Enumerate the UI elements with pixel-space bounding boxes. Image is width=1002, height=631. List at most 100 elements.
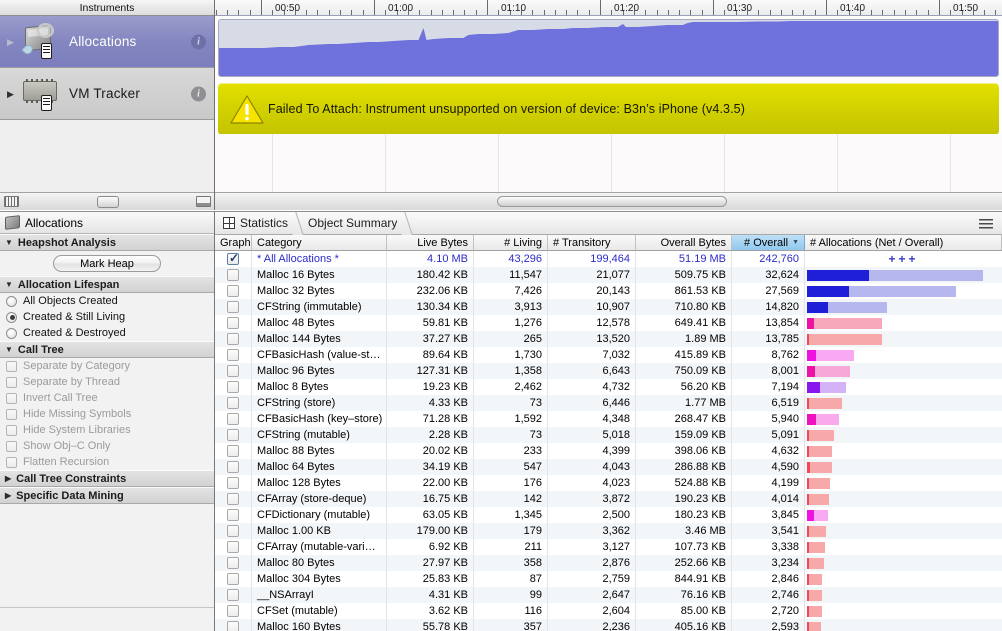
row-graph-cell[interactable] [215, 571, 252, 587]
library-icon[interactable] [4, 196, 19, 207]
view-toggle-button[interactable] [96, 195, 119, 208]
checkbox-icon[interactable] [227, 509, 239, 521]
radio-created-still-living[interactable]: Created & Still Living [0, 309, 214, 325]
checkbox-icon[interactable] [6, 392, 17, 404]
column-header-allocations[interactable]: # Allocations (Net / Overall) [805, 235, 1002, 250]
row-graph-cell[interactable] [215, 443, 252, 459]
checkbox-icon[interactable] [227, 333, 239, 345]
row-graph-cell[interactable] [215, 539, 252, 555]
column-header-overall-bytes[interactable]: Overall Bytes [636, 235, 732, 250]
row-graph-cell[interactable] [215, 507, 252, 523]
checkbox-icon[interactable] [227, 365, 239, 377]
group-allocation-lifespan[interactable]: ▼ Allocation Lifespan [0, 276, 214, 293]
checkbox-separate-by-thread[interactable]: Separate by Thread [0, 374, 214, 390]
checkbox-icon[interactable] [227, 429, 239, 441]
checkbox-icon[interactable] [227, 477, 239, 489]
group-specific-data-mining[interactable]: ▶ Specific Data Mining [0, 487, 214, 504]
column-header-transitory[interactable]: # Transitory [548, 235, 636, 250]
checkbox-icon[interactable] [227, 573, 239, 585]
instrument-row-allocations[interactable]: ▶ Allocations i [0, 16, 214, 68]
table-row[interactable]: Malloc 48 Bytes 59.81 KB 1,276 12,578 649.41… [215, 315, 1002, 331]
checkbox-icon[interactable] [227, 605, 239, 617]
checkbox-icon[interactable] [227, 413, 239, 425]
row-graph-cell[interactable] [215, 363, 252, 379]
table-row[interactable]: * All Allocations *4.10 MB43,296199,4645… [215, 251, 1002, 267]
detail-view-icon[interactable] [196, 196, 211, 207]
table-row[interactable]: Malloc 80 Bytes 27.97 KB 358 2,876 252.66 KB… [215, 555, 1002, 571]
table-row[interactable]: CFBasicHash (value-st… 89.64 KB 1,730 7,032… [215, 347, 1002, 363]
row-graph-cell[interactable] [215, 331, 252, 347]
row-graph-cell[interactable] [215, 315, 252, 331]
row-graph-cell[interactable] [215, 459, 252, 475]
checkbox-flatten-recursion[interactable]: Flatten Recursion [0, 454, 214, 470]
hamburger-menu-icon[interactable] [979, 219, 993, 229]
checkbox-icon[interactable] [227, 621, 239, 631]
checkbox-icon[interactable] [6, 408, 17, 420]
info-icon-allocations[interactable]: i [191, 34, 206, 49]
column-header-overall[interactable]: # Overall ▼ [732, 235, 805, 250]
disclosure-triangle-icon[interactable]: ▶ [4, 68, 17, 120]
checkbox-icon[interactable] [227, 285, 239, 297]
radio-icon[interactable] [6, 327, 17, 339]
checkbox-icon[interactable] [227, 589, 239, 601]
breadcrumb-item-statistics[interactable]: Statistics [215, 212, 300, 235]
table-row[interactable]: Malloc 88 Bytes 20.02 KB 233 4,399 398.06 KB… [215, 443, 1002, 459]
radio-icon-selected[interactable] [6, 311, 17, 323]
checkbox-icon[interactable] [227, 541, 239, 553]
table-row[interactable]: Malloc 160 Bytes 55.78 KB 357 2,236 405.16 K… [215, 619, 1002, 631]
column-header-living[interactable]: # Living [474, 235, 548, 250]
row-graph-cell[interactable] [215, 491, 252, 507]
row-graph-cell[interactable] [215, 619, 252, 631]
checkbox-icon[interactable] [227, 493, 239, 505]
checkbox-icon[interactable] [227, 381, 239, 393]
table-row[interactable]: Malloc 144 Bytes 37.27 KB 265 13,520 1.89 MB… [215, 331, 1002, 347]
checkbox-show-objc-only[interactable]: Show Obj–C Only [0, 438, 214, 454]
checkbox-icon[interactable] [227, 525, 239, 537]
row-graph-cell[interactable] [215, 395, 252, 411]
table-row[interactable]: CFSet (mutable) 3.62 KB 116 2,604 85.00 KB 2,… [215, 603, 1002, 619]
track-scroll-bar[interactable] [215, 192, 1002, 210]
checkbox-icon[interactable] [6, 360, 17, 372]
table-body[interactable]: * All Allocations *4.10 MB43,296199,4645… [215, 251, 1002, 631]
row-graph-cell[interactable] [215, 379, 252, 395]
table-row[interactable]: CFArray (mutable-vari… 6.92 KB 211 3,127 107… [215, 539, 1002, 555]
mark-heap-button[interactable]: Mark Heap [53, 255, 161, 272]
checkbox-hide-missing-symbols[interactable]: Hide Missing Symbols [0, 406, 214, 422]
row-graph-cell[interactable] [215, 603, 252, 619]
table-row[interactable]: Malloc 64 Bytes 34.19 KB 547 4,043 286.88 KB… [215, 459, 1002, 475]
row-graph-cell[interactable] [215, 523, 252, 539]
checkbox-icon[interactable] [6, 424, 17, 436]
checkbox-hide-system-libraries[interactable]: Hide System Libraries [0, 422, 214, 438]
checkbox-icon[interactable] [6, 376, 17, 388]
checkbox-icon[interactable] [227, 557, 239, 569]
table-row[interactable]: Malloc 32 Bytes 232.06 KB 7,426 20,143 861.5… [215, 283, 1002, 299]
checkbox-icon[interactable] [227, 269, 239, 281]
row-graph-cell[interactable] [215, 347, 252, 363]
table-row[interactable]: Malloc 96 Bytes 127.31 KB 1,358 6,643 750.09… [215, 363, 1002, 379]
checkbox-icon[interactable] [227, 397, 239, 409]
checkbox-icon[interactable] [227, 461, 239, 473]
table-row[interactable]: CFString (store) 4.33 KB 73 6,446 1.77 MB 6,5… [215, 395, 1002, 411]
horizontal-scroll-thumb[interactable] [497, 196, 727, 207]
row-graph-cell[interactable] [215, 251, 252, 267]
row-graph-cell[interactable] [215, 587, 252, 603]
row-graph-cell[interactable] [215, 299, 252, 315]
info-icon-vm-tracker[interactable]: i [191, 86, 206, 101]
instrument-row-vm-tracker[interactable]: ▶ VM Tracker i [0, 68, 214, 120]
table-row[interactable]: CFString (mutable) 2.28 KB 73 5,018 159.09 K… [215, 427, 1002, 443]
column-header-live-bytes[interactable]: Live Bytes [387, 235, 474, 250]
checkbox-icon-checked[interactable] [227, 251, 239, 265]
column-header-category[interactable]: Category [252, 235, 387, 250]
checkbox-icon[interactable] [227, 349, 239, 361]
row-graph-cell[interactable] [215, 427, 252, 443]
group-heapshot-analysis[interactable]: ▼ Heapshot Analysis [0, 234, 214, 251]
allocations-graph-track[interactable] [218, 19, 999, 77]
row-graph-cell[interactable] [215, 475, 252, 491]
timeline-ruler[interactable]: 00:50 01:00 01:10 01:20 01:30 01:40 01:50 [215, 0, 1002, 16]
row-graph-cell[interactable] [215, 411, 252, 427]
disclosure-triangle-icon[interactable]: ▶ [4, 16, 17, 68]
radio-icon[interactable] [6, 295, 17, 307]
row-graph-cell[interactable] [215, 267, 252, 283]
checkbox-icon[interactable] [6, 456, 17, 468]
checkbox-icon[interactable] [227, 317, 239, 329]
